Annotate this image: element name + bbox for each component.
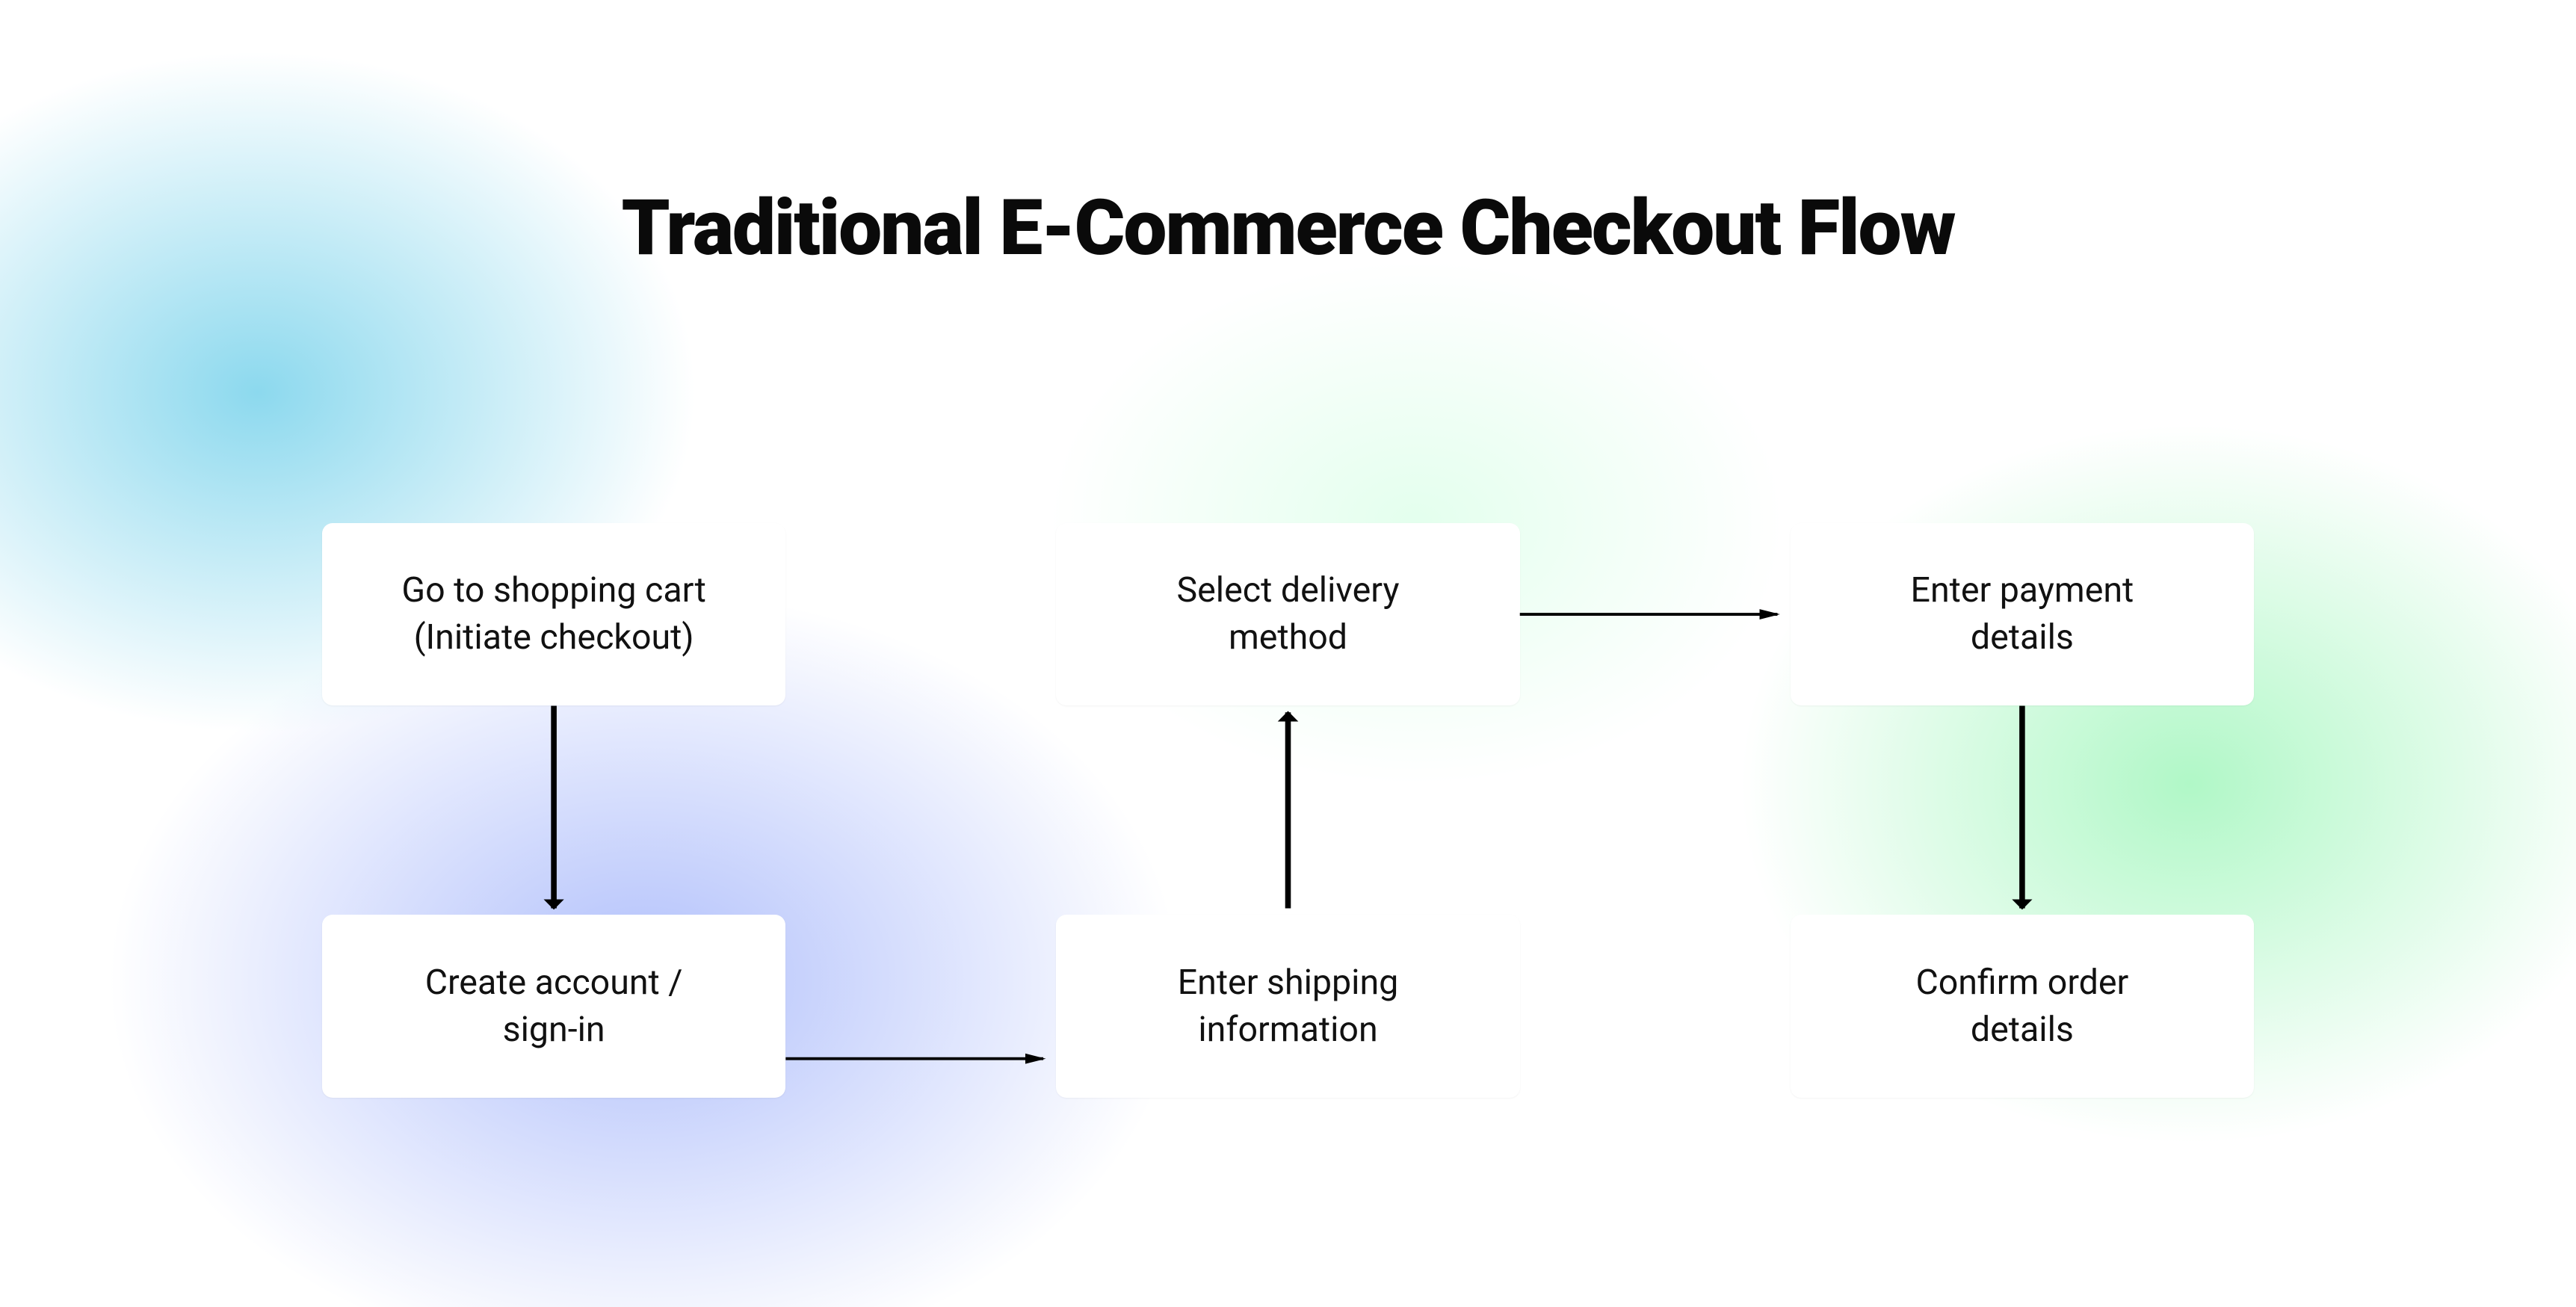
node-confirm-order: Confirm order details: [1791, 915, 2254, 1098]
node-label: Select delivery method: [1177, 567, 1400, 661]
node-shipping-info: Enter shipping information: [1056, 915, 1519, 1098]
node-label: Go to shopping cart (Initiate checkout): [401, 567, 705, 661]
node-delivery-method: Select delivery method: [1056, 523, 1519, 706]
diagram-title: Traditional E-Commerce Checkout Flow: [0, 183, 2576, 274]
diagram-stage: Traditional E-Commerce Checkout Flow Go …: [0, 0, 2576, 1307]
node-label: Enter payment details: [1911, 567, 2134, 661]
node-label: Create account / sign-in: [425, 960, 683, 1054]
node-go-to-cart: Go to shopping cart (Initiate checkout): [322, 523, 785, 706]
node-label: Enter shipping information: [1178, 960, 1399, 1054]
node-label: Confirm order details: [1915, 960, 2128, 1054]
node-payment-details: Enter payment details: [1791, 523, 2254, 706]
node-create-account: Create account / sign-in: [322, 915, 785, 1098]
